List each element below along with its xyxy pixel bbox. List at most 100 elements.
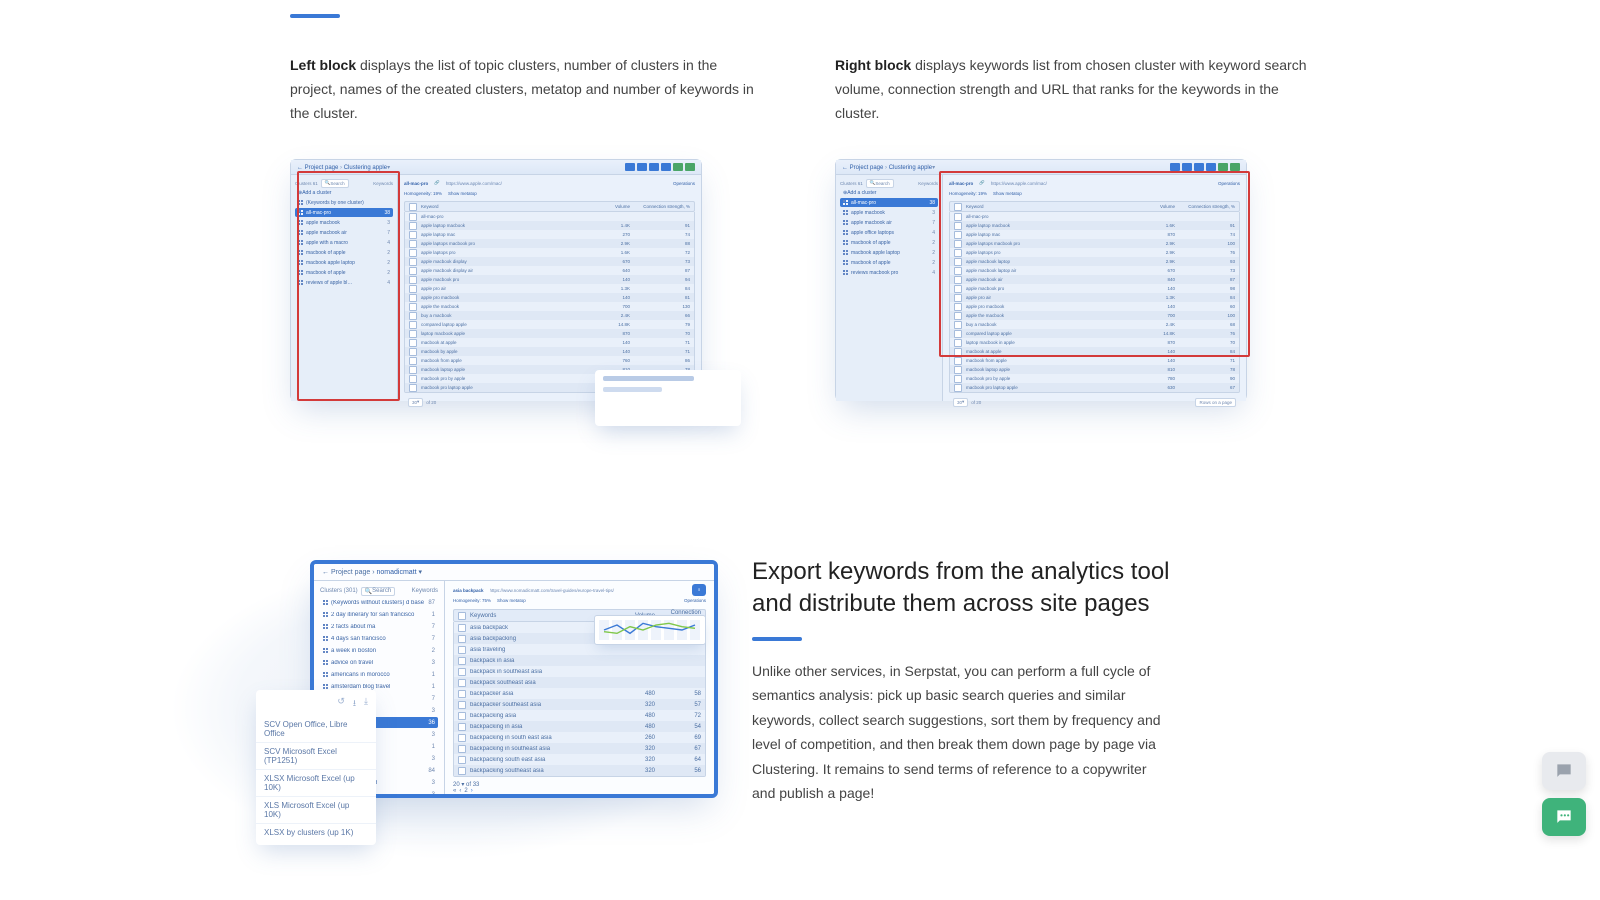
table-row[interactable]: apple laptop mac27074 (405, 230, 694, 239)
row-checkbox[interactable] (954, 285, 962, 293)
row-checkbox[interactable] (409, 375, 417, 383)
table-row[interactable]: compared laptop apple14.8K76 (950, 329, 1239, 338)
show-metatop-link[interactable]: Show metatop (448, 191, 477, 196)
operations-dropdown[interactable]: Operations (684, 598, 706, 603)
back-arrow-icon[interactable]: ← (842, 165, 848, 171)
row-checkbox[interactable] (954, 249, 962, 257)
page-size-select[interactable]: 30 ▾ (408, 398, 423, 407)
export-format-option[interactable]: XLSX Microsoft Excel (up 10K) (256, 769, 376, 796)
select-all-checkbox[interactable] (954, 203, 962, 211)
export-icon[interactable]: ⤓ (364, 696, 368, 712)
row-checkbox[interactable] (954, 384, 962, 392)
operations-dropdown[interactable]: Operations (673, 181, 695, 186)
row-checkbox[interactable] (409, 348, 417, 356)
sidebar-item-cluster[interactable]: macbook of apple2 (840, 258, 938, 267)
row-checkbox[interactable] (409, 276, 417, 284)
table-row[interactable]: laptop macbook apple87070 (405, 329, 694, 338)
sidebar-item-cluster[interactable]: all-mac-pro38 (840, 198, 938, 207)
table-row[interactable]: buy a macbook2.4K68 (950, 320, 1239, 329)
table-row[interactable]: apple macbook laptop2.9K93 (950, 257, 1239, 266)
row-checkbox[interactable] (409, 258, 417, 266)
show-metatop-link[interactable]: Show metatop (497, 598, 526, 603)
row-checkbox[interactable] (954, 267, 962, 275)
row-checkbox[interactable] (458, 646, 466, 654)
table-row[interactable]: apple pro air1.3K84 (950, 293, 1239, 302)
table-row[interactable]: apple laptop macbook1.4K91 (405, 221, 694, 230)
badge-icon[interactable] (1182, 163, 1192, 171)
table-row[interactable]: compared laptop apple14.8K79 (405, 320, 694, 329)
row-checkbox[interactable] (458, 767, 466, 775)
back-arrow-icon[interactable]: ← (322, 569, 329, 576)
table-row[interactable]: macbook from apple14071 (950, 356, 1239, 365)
col-connection[interactable]: Connection strength, % (630, 204, 690, 209)
row-checkbox[interactable] (954, 321, 962, 329)
table-row[interactable]: apple pro air1.3K84 (405, 284, 694, 293)
add-cluster-button[interactable]: ⊕ Add a cluster (295, 188, 393, 197)
sidebar-item-cluster[interactable]: americans in morocco1 (320, 669, 438, 680)
table-row[interactable]: apple macbook display air64087 (405, 266, 694, 275)
table-row[interactable]: macbook pro laptop apple63067 (950, 383, 1239, 392)
table-row[interactable]: backpacker asia48058 (454, 688, 705, 699)
row-checkbox[interactable] (409, 357, 417, 365)
export-button[interactable]: ⭳ (692, 584, 706, 596)
sidebar-item-cluster[interactable]: (Keywords without clusters) d base87 (320, 597, 438, 608)
pager-prev[interactable]: ‹ (459, 788, 461, 794)
row-checkbox[interactable] (954, 303, 962, 311)
row-checkbox[interactable] (458, 679, 466, 687)
table-row[interactable]: macbook from apple76086 (405, 356, 694, 365)
row-checkbox[interactable] (458, 734, 466, 742)
sidebar-item-cluster[interactable]: 2 facts about ma7 (320, 621, 438, 632)
table-row[interactable]: apple pro macbook14081 (405, 293, 694, 302)
sidebar-item-cluster[interactable]: apple macbook3 (840, 208, 938, 217)
row-checkbox[interactable] (409, 330, 417, 338)
table-row[interactable]: apple laptops pro2.9K76 (950, 248, 1239, 257)
add-cluster-button[interactable]: ⊕ Add a cluster (840, 188, 938, 197)
export-format-option[interactable]: XLSX by clusters (up 1K) (256, 823, 376, 841)
badge-icon[interactable] (637, 163, 647, 171)
page-size-select[interactable]: 30 ▾ (953, 398, 968, 407)
sidebar-item-cluster[interactable]: apple macbook air7 (840, 218, 938, 227)
show-metatop-link[interactable]: Show metatop (993, 191, 1022, 196)
row-checkbox[interactable] (954, 330, 962, 338)
row-checkbox[interactable] (954, 348, 962, 356)
row-checkbox[interactable] (409, 267, 417, 275)
row-checkbox[interactable] (954, 231, 962, 239)
sidebar-item-cluster[interactable]: macbook of apple2 (840, 238, 938, 247)
table-row[interactable]: apple the macbook700130 (405, 302, 694, 311)
export-format-option[interactable]: SCV Open Office, Libre Office (256, 716, 376, 742)
search-input[interactable]: 🔍 Search (321, 179, 349, 188)
row-checkbox[interactable] (409, 339, 417, 347)
table-row[interactable]: macbook laptop apple81078 (950, 365, 1239, 374)
export-format-option[interactable]: XLS Microsoft Excel (up 10K) (256, 796, 376, 823)
badge-icon[interactable] (1206, 163, 1216, 171)
sidebar-item-cluster[interactable]: reviews of apple bl…4 (295, 278, 393, 287)
refresh-icon[interactable]: ↺ (337, 696, 345, 712)
row-checkbox[interactable] (409, 213, 417, 221)
col-connection[interactable]: Connection strength, % (1175, 204, 1235, 209)
select-all-checkbox[interactable] (458, 612, 466, 620)
row-checkbox[interactable] (458, 635, 466, 643)
table-row[interactable]: apple laptops macbook pro2.9K88 (405, 239, 694, 248)
sidebar-item-cluster[interactable]: macbook of apple2 (295, 248, 393, 257)
chat-bubble-icon[interactable] (1542, 752, 1586, 790)
row-checkbox[interactable] (458, 690, 466, 698)
badge-icon[interactable] (1218, 163, 1228, 171)
badge-icon[interactable] (685, 163, 695, 171)
sidebar-item-cluster[interactable]: macbook apple laptop2 (295, 258, 393, 267)
table-row[interactable]: apple macbook air84087 (950, 275, 1239, 284)
row-checkbox[interactable] (954, 366, 962, 374)
sidebar-item-cluster[interactable]: all-mac-pro38 (295, 208, 393, 217)
table-row[interactable]: backpacker southeast asia32057 (454, 699, 705, 710)
pager-next[interactable]: › (471, 788, 473, 794)
table-row[interactable]: macbook by apple14071 (405, 347, 694, 356)
download-icon[interactable]: ⭳ (353, 696, 356, 712)
row-checkbox[interactable] (954, 375, 962, 383)
sidebar-item-cluster[interactable]: apple office laptops4 (840, 228, 938, 237)
table-row[interactable]: apple macbook pro14098 (950, 284, 1239, 293)
export-format-option[interactable]: SCV Microsoft Excel (TP1251) (256, 742, 376, 769)
table-row[interactable]: buy a macbook2.4K66 (405, 311, 694, 320)
row-checkbox[interactable] (458, 745, 466, 753)
col-keyword[interactable]: Keyword (966, 204, 1139, 209)
table-row[interactable]: apple macbook pro14094 (405, 275, 694, 284)
row-checkbox[interactable] (409, 231, 417, 239)
